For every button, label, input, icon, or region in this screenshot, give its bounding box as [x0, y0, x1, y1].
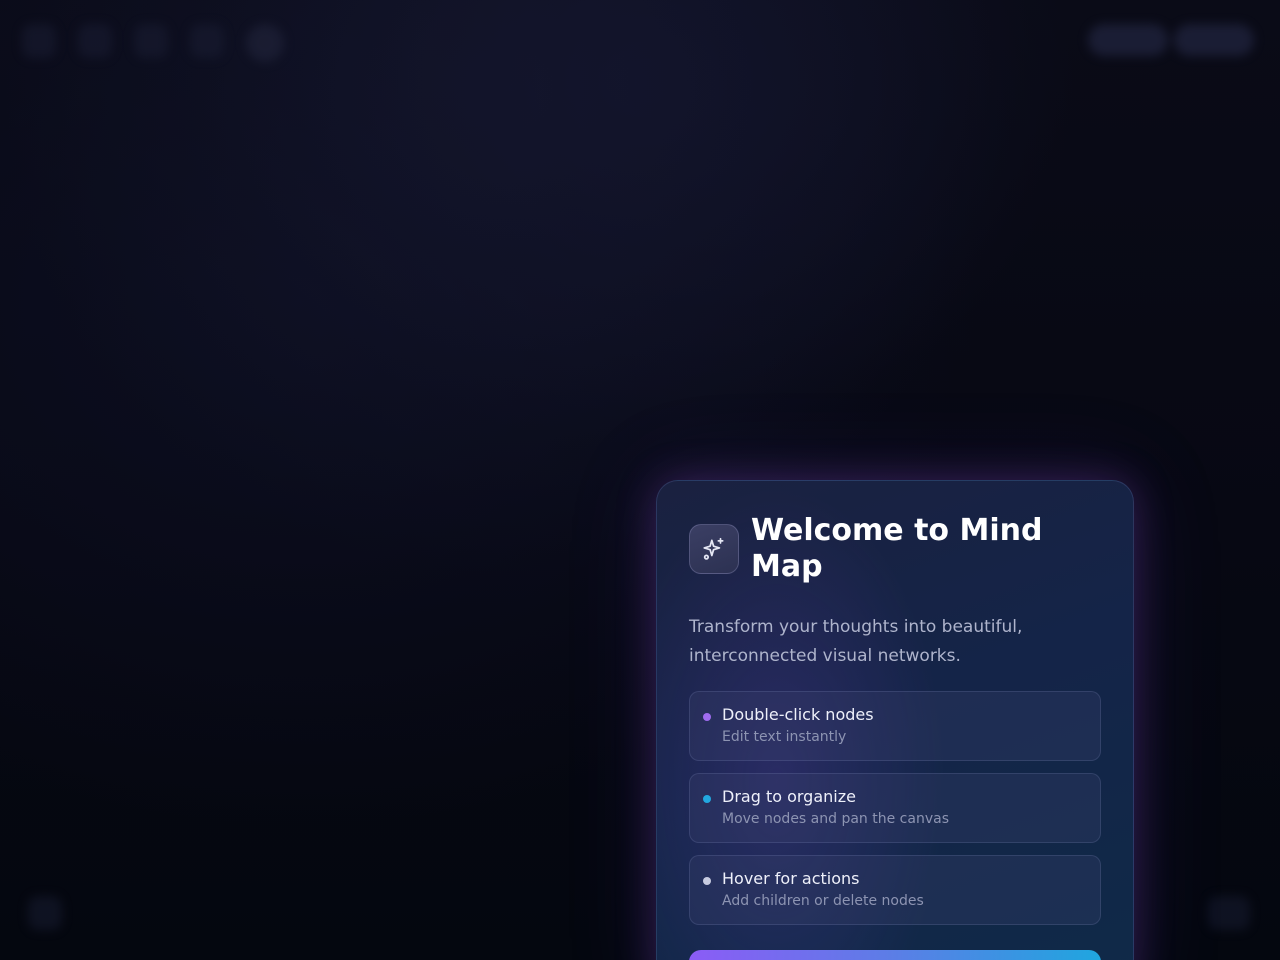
- zoom-control-blurred: [28, 896, 62, 930]
- toolbar-tool: [78, 24, 112, 58]
- header-actions-blurred: [1088, 24, 1254, 56]
- feature-title: Double-click nodes: [722, 705, 874, 724]
- feature-description: Add children or delete nodes: [722, 893, 924, 909]
- toolbar-avatar: [246, 24, 284, 62]
- feature-description: Move nodes and pan the canvas: [722, 811, 949, 827]
- feature-dot-icon: [703, 713, 711, 721]
- get-started-button[interactable]: [689, 950, 1101, 960]
- toolbar-tool: [134, 24, 168, 58]
- header-action-pill: [1174, 24, 1254, 56]
- header-action-pill: [1088, 24, 1168, 56]
- welcome-title: Welcome to Mind Map: [751, 513, 1043, 584]
- feature-hover: Hover for actions Add children or delete…: [689, 855, 1101, 925]
- minimap-control-blurred: [1208, 896, 1250, 930]
- app-canvas: Welcome to Mind Map Transform your thoug…: [0, 0, 1280, 960]
- feature-drag: Drag to organize Move nodes and pan the …: [689, 773, 1101, 843]
- welcome-header: Welcome to Mind Map: [689, 513, 1101, 585]
- feature-title: Hover for actions: [722, 869, 860, 888]
- toolbar-tool: [190, 24, 224, 58]
- feature-title: Drag to organize: [722, 787, 856, 806]
- sparkles-icon: [689, 524, 739, 574]
- toolbar-blurred: [22, 24, 284, 62]
- toolbar-tool: [22, 24, 56, 58]
- welcome-dialog: Welcome to Mind Map Transform your thoug…: [656, 480, 1134, 960]
- feature-dot-icon: [703, 877, 711, 885]
- feature-description: Edit text instantly: [722, 729, 847, 745]
- welcome-subtitle: Transform your thoughts into beautiful, …: [689, 617, 1023, 666]
- feature-double-click: Double-click nodes Edit text instantly: [689, 691, 1101, 761]
- feature-dot-icon: [703, 795, 711, 803]
